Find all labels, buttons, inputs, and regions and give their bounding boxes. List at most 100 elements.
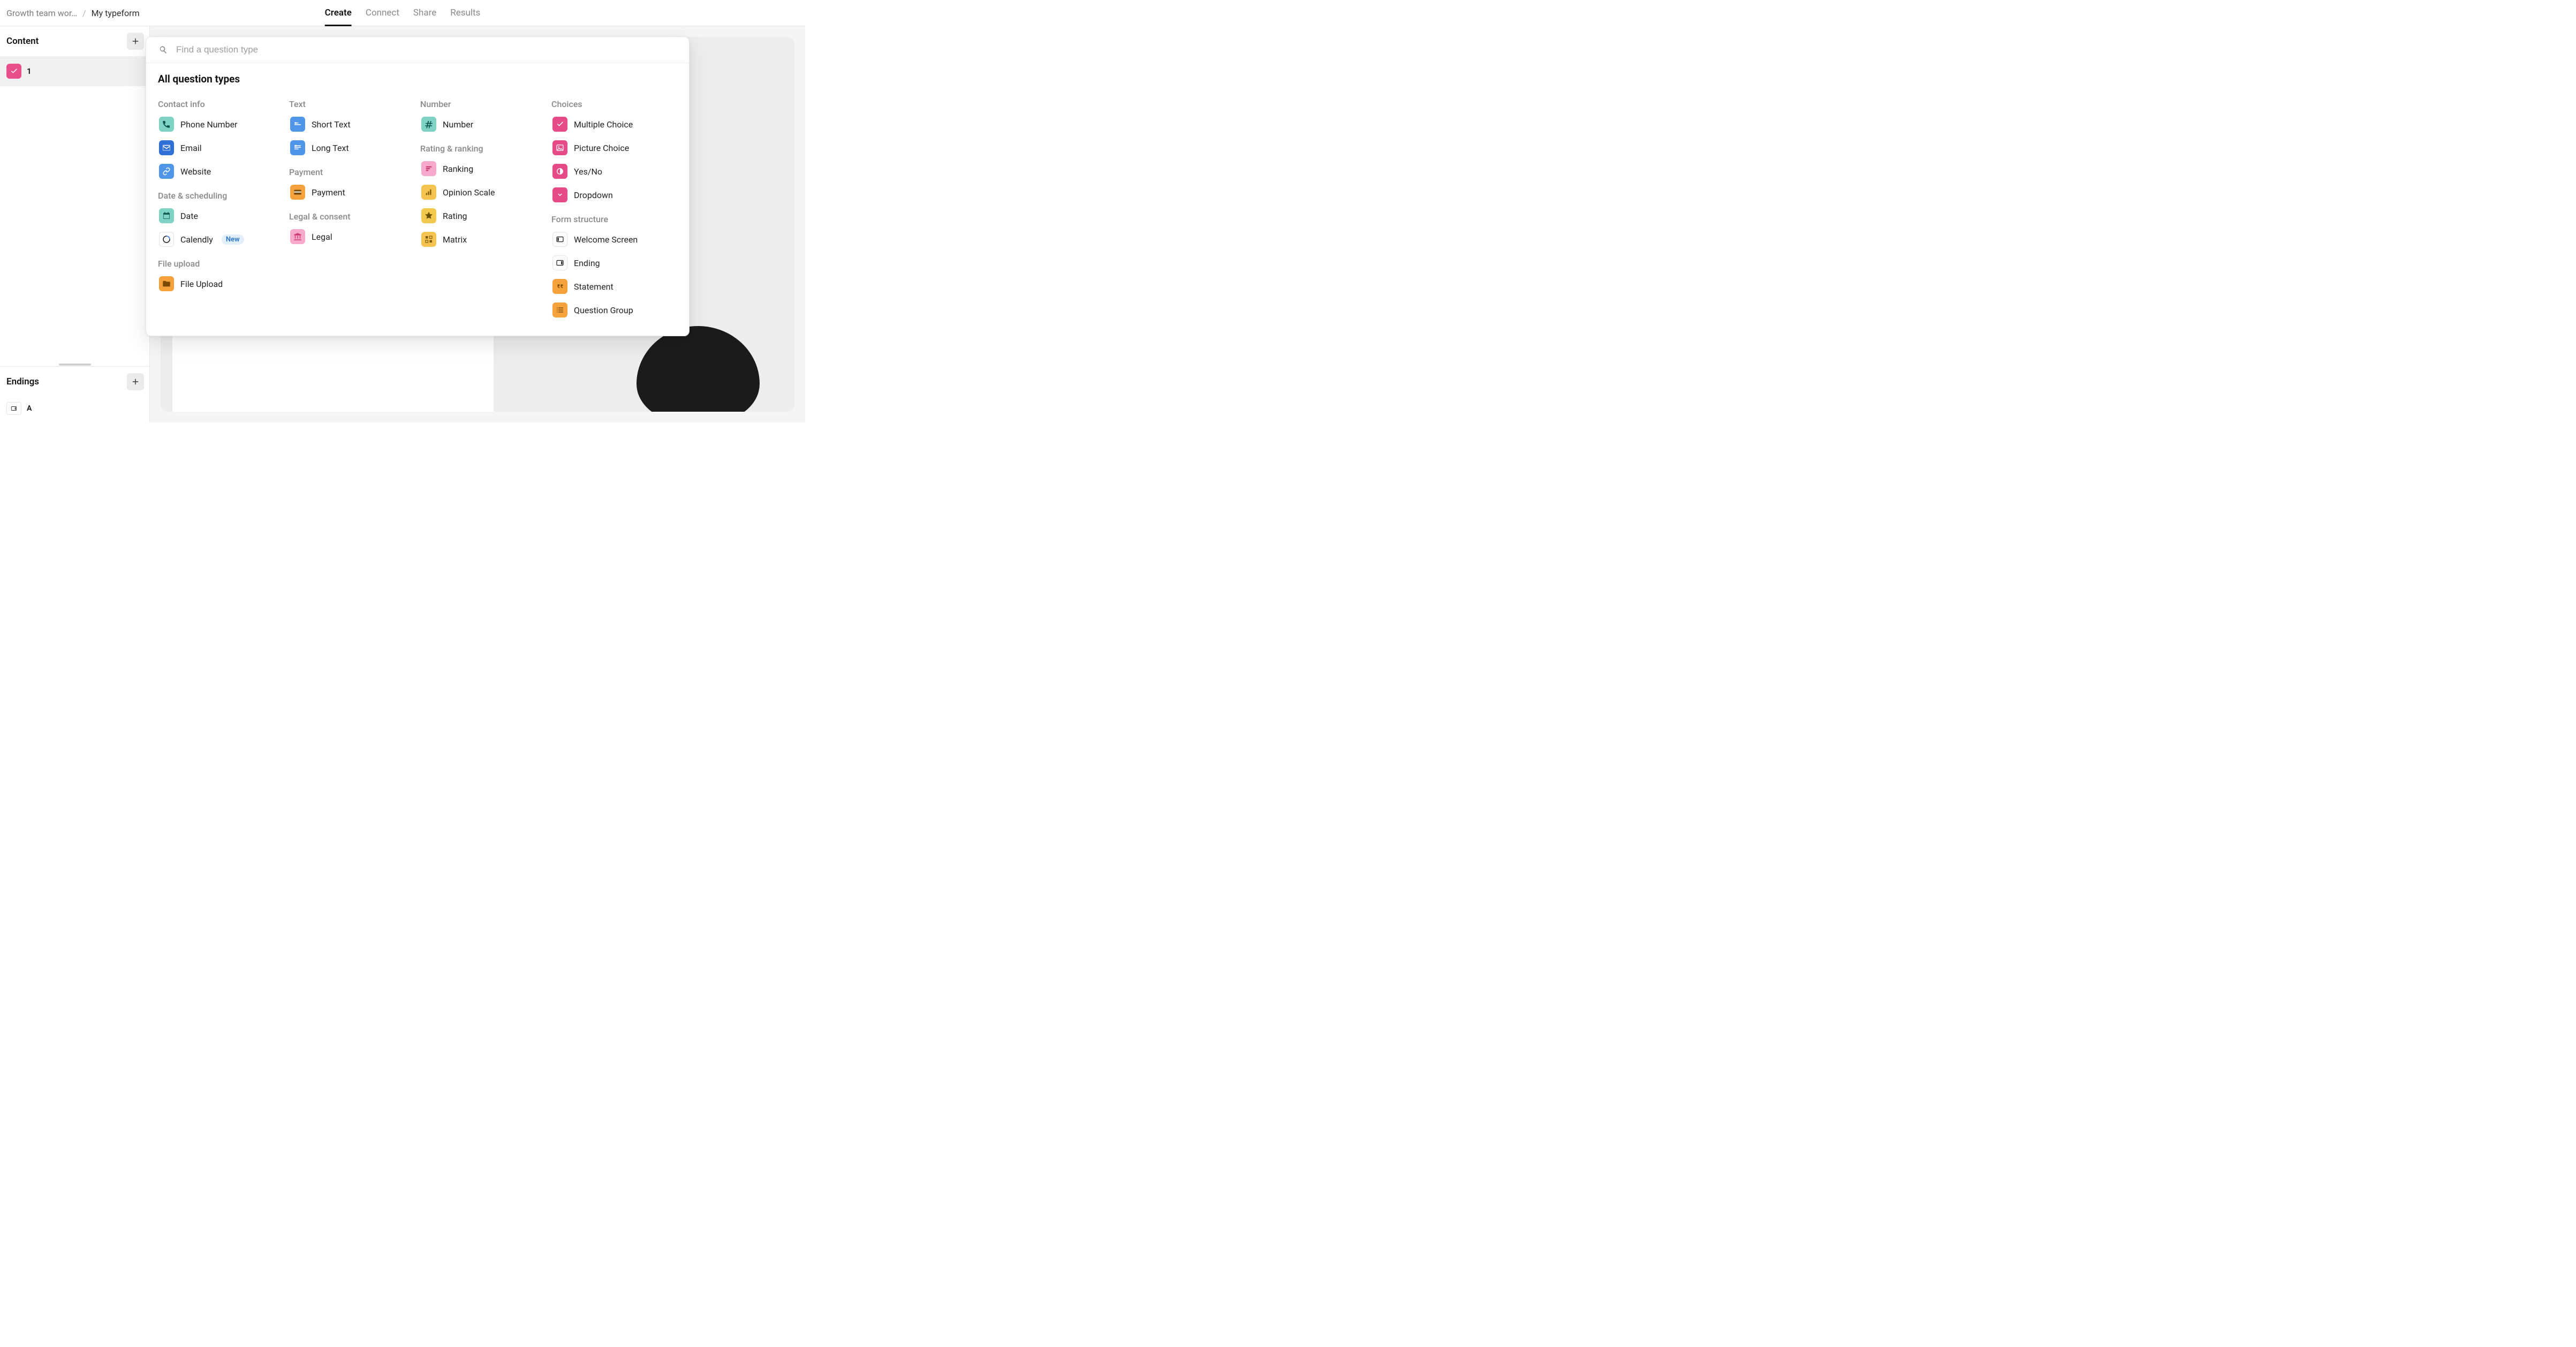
- drag-handle[interactable]: [59, 364, 91, 366]
- chevron-down-icon: [552, 187, 567, 202]
- crumb-workspace[interactable]: Growth team wor…: [6, 8, 77, 18]
- search-icon: [158, 44, 169, 55]
- group-title: Date & scheduling: [158, 183, 284, 204]
- layout-right-icon: [6, 402, 21, 415]
- search-input[interactable]: [176, 44, 677, 55]
- short-text-icon: [290, 117, 305, 132]
- question-type-option[interactable]: Long Text: [289, 136, 415, 160]
- tab-results[interactable]: Results: [450, 0, 480, 26]
- option-label: Opinion Scale: [443, 187, 495, 198]
- question-type-option[interactable]: Website: [158, 160, 284, 183]
- add-ending-button[interactable]: [127, 373, 144, 390]
- option-label: Website: [180, 167, 211, 177]
- tab-share[interactable]: Share: [413, 0, 436, 26]
- option-label: File Upload: [180, 279, 223, 289]
- question-type-option[interactable]: File Upload: [158, 272, 284, 296]
- group-title: Payment: [289, 160, 415, 180]
- group-title: Form structure: [551, 207, 677, 228]
- folder-icon: [159, 276, 174, 291]
- question-type-option[interactable]: Rating: [420, 204, 546, 228]
- option-label: Payment: [312, 187, 345, 198]
- option-label: Dropdown: [574, 190, 613, 200]
- question-type-option[interactable]: Picture Choice: [551, 136, 677, 160]
- popover-column: Choices Multiple Choice Picture ChoiceYes/…: [551, 92, 677, 322]
- question-type-option[interactable]: Phone Number: [158, 112, 284, 136]
- option-label: Multiple Choice: [574, 119, 633, 130]
- popover-title: All question types: [146, 63, 689, 89]
- link-icon: [159, 164, 174, 179]
- group-title: File upload: [158, 251, 284, 272]
- question-type-option[interactable]: Multiple Choice: [551, 112, 677, 136]
- ending-item[interactable]: A: [0, 397, 149, 422]
- add-content-button[interactable]: [127, 33, 144, 50]
- question-type-option[interactable]: Payment: [289, 180, 415, 204]
- option-label: Short Text: [312, 119, 351, 130]
- popover-grid: Contact info Phone Number Email Website Date…: [146, 89, 689, 325]
- layout-left-icon: [552, 232, 567, 247]
- content-item[interactable]: 1: [0, 56, 149, 86]
- breadcrumb-separator: /: [82, 8, 86, 18]
- calendar-icon: [159, 208, 174, 223]
- hash-icon: [421, 117, 436, 132]
- sidebar-endings-title: Endings: [6, 376, 39, 387]
- plus-icon: [131, 36, 140, 46]
- sidebar-content-section: Content 1: [0, 26, 149, 86]
- popover-column: Number Number Rating & ranking Ranking Opini…: [420, 92, 546, 322]
- option-label: Ending: [574, 258, 600, 268]
- group-title: Number: [420, 92, 546, 112]
- check-icon: [552, 117, 567, 132]
- check-icon: [6, 64, 21, 79]
- calendly-icon: [159, 232, 174, 247]
- crumb-form[interactable]: My typeform: [92, 8, 140, 18]
- group-title: Rating & ranking: [420, 136, 546, 157]
- option-label: Ranking: [443, 164, 473, 174]
- question-type-option[interactable]: Yes/No: [551, 160, 677, 183]
- list-icon: [552, 302, 567, 317]
- question-type-option[interactable]: Ranking: [420, 157, 546, 180]
- question-type-option[interactable]: Date: [158, 204, 284, 228]
- popover-column: Text Short Text Long Text Payment Payment Leg…: [289, 92, 415, 322]
- sidebar-content-title: Content: [6, 36, 39, 47]
- group-title: Text: [289, 92, 415, 112]
- question-type-option[interactable]: Opinion Scale: [420, 180, 546, 204]
- half-icon: [552, 164, 567, 179]
- tab-connect[interactable]: Connect: [366, 0, 399, 26]
- question-type-option[interactable]: Matrix: [420, 228, 546, 251]
- sidebar-spacer: [0, 86, 149, 366]
- group-title: Choices: [551, 92, 677, 112]
- question-type-option[interactable]: Welcome Screen: [551, 228, 677, 251]
- option-label: Welcome Screen: [574, 234, 638, 245]
- question-type-option[interactable]: Statement: [551, 275, 677, 298]
- sidebar-endings-section: Endings A: [0, 366, 149, 422]
- tab-create[interactable]: Create: [325, 0, 352, 26]
- popover-column: Contact info Phone Number Email Website Date…: [158, 92, 284, 322]
- question-type-option[interactable]: Ending: [551, 251, 677, 275]
- breadcrumb: Growth team wor… / My typeform: [6, 8, 140, 18]
- option-label: Matrix: [443, 234, 467, 245]
- option-label: Phone Number: [180, 119, 237, 130]
- sidebar-content-header: Content: [0, 26, 149, 56]
- option-label: Number: [443, 119, 473, 130]
- plus-icon: [131, 377, 140, 387]
- question-type-option[interactable]: Dropdown: [551, 183, 677, 207]
- phone-icon: [159, 117, 174, 132]
- option-label: Date: [180, 211, 198, 221]
- question-type-option[interactable]: Question Group: [551, 298, 677, 322]
- option-label: Calendly: [180, 234, 213, 245]
- question-type-option[interactable]: CalendlyNew: [158, 228, 284, 251]
- bars-up-icon: [421, 185, 436, 200]
- top-header: Growth team wor… / My typeform Create Con…: [0, 0, 805, 26]
- question-type-option[interactable]: Legal: [289, 225, 415, 248]
- option-label: Long Text: [312, 143, 349, 153]
- group-title: Contact info: [158, 92, 284, 112]
- option-label: Email: [180, 143, 202, 153]
- layout-right-icon: [552, 255, 567, 270]
- sidebar-endings-header: Endings: [0, 367, 149, 397]
- question-type-option[interactable]: Short Text: [289, 112, 415, 136]
- quote-icon: [552, 279, 567, 294]
- question-type-option[interactable]: Number: [420, 112, 546, 136]
- question-type-option[interactable]: Email: [158, 136, 284, 160]
- card-icon: [290, 185, 305, 200]
- endings-list: A: [0, 397, 149, 422]
- question-type-popover: All question types Contact info Phone Num…: [146, 36, 690, 336]
